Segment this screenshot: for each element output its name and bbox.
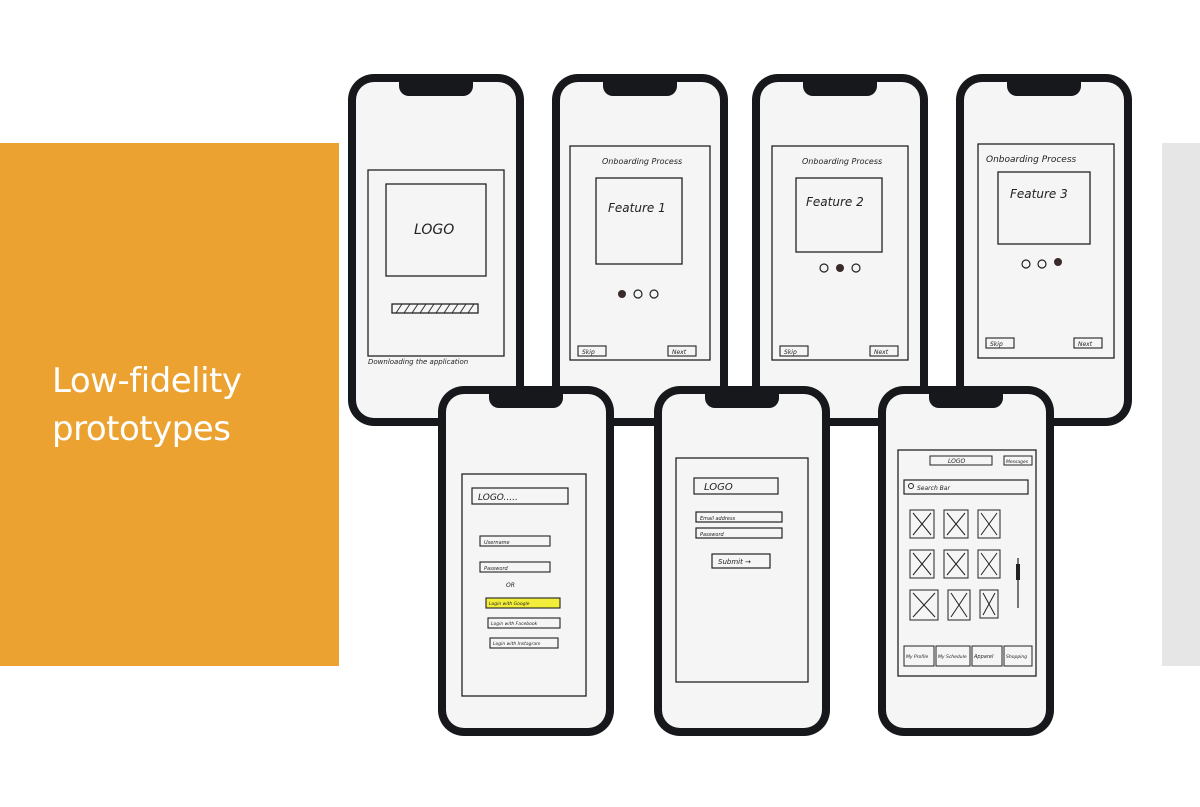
notch [489, 394, 563, 408]
splash-sketch: LOGO Downloading the application [367, 169, 505, 366]
email-label: Email address [700, 516, 736, 522]
dot [633, 289, 643, 299]
google-login-label: Login with Google [489, 601, 530, 607]
onboarding-3-header: Onboarding Process [986, 155, 1077, 165]
screen-onboarding-2: Onboarding Process Feature 2 Skip Next [760, 82, 920, 418]
notch [1007, 82, 1081, 96]
notch [929, 394, 1003, 408]
screen-home: LOGO Messages Search Bar My Profile My S… [886, 394, 1046, 728]
title-line-1: Low-fidelity [52, 361, 242, 401]
next-label: Next [1078, 341, 1093, 348]
dot [1037, 259, 1047, 269]
screen-onboarding-1: Onboarding Process Feature 1 Skip Next [560, 82, 720, 418]
signup-sketch: LOGO..... Username Password OR Login wit… [461, 473, 587, 697]
messages-label: Messages [1006, 459, 1029, 465]
password-label: Password [700, 532, 724, 538]
onboarding-3-sketch: Onboarding Process Feature 3 Skip Next [977, 143, 1115, 359]
side-panel [1162, 143, 1200, 666]
product-grid [909, 509, 1001, 621]
onboarding-2-sketch: Onboarding Process Feature 2 Skip Next [771, 145, 909, 361]
screen-signup: LOGO..... Username Password OR Login wit… [446, 394, 606, 728]
skip-label: Skip [784, 349, 797, 356]
search-label: Search Bar [917, 485, 950, 492]
tab-shopping-label: Shopping [1006, 654, 1027, 660]
facebook-login-label: Login with Facebook [491, 621, 538, 627]
dot [1021, 259, 1031, 269]
onboarding-1-header: Onboarding Process [602, 157, 682, 166]
tab-apparel-label: Apparel [973, 654, 994, 660]
screen-onboarding-3: Onboarding Process Feature 3 Skip Next [964, 82, 1124, 418]
onboarding-2-feature: Feature 2 [806, 195, 864, 209]
submit-label: Submit → [718, 558, 751, 566]
title-line-2: prototypes [52, 409, 231, 449]
splash-caption: Downloading the application [368, 358, 468, 366]
signup-logo: LOGO..... [478, 493, 518, 503]
dot [819, 263, 829, 273]
dot [649, 289, 659, 299]
notch [705, 394, 779, 408]
onboarding-2-header: Onboarding Process [802, 157, 882, 166]
dot [851, 263, 861, 273]
phone-splash: LOGO Downloading the application [348, 74, 524, 426]
scrollbar-thumb[interactable] [1016, 564, 1020, 580]
phone-onboarding-1: Onboarding Process Feature 1 Skip Next [552, 74, 728, 426]
password-label: Password [484, 566, 508, 572]
dot-active [1054, 258, 1062, 266]
next-label: Next [672, 349, 687, 356]
search-icon [908, 483, 914, 489]
skip-label: Skip [990, 341, 1003, 348]
home-sketch: LOGO Messages Search Bar My Profile My S… [897, 449, 1037, 677]
onboarding-1-feature: Feature 1 [608, 201, 666, 215]
login-logo: LOGO [704, 482, 733, 493]
login-sketch: LOGO Email address Password Submit → [675, 457, 809, 683]
instagram-login-label: Login with Instagram [493, 641, 541, 647]
onboarding-1-sketch: Onboarding Process Feature 1 Skip Next [569, 145, 711, 361]
phone-login: LOGO Email address Password Submit → [654, 386, 830, 736]
dot-active [618, 290, 626, 298]
slide-title: Low-fidelity prototypes [52, 357, 332, 453]
phone-onboarding-2: Onboarding Process Feature 2 Skip Next [752, 74, 928, 426]
notch [399, 82, 473, 96]
dot-active [836, 264, 844, 272]
tab-my-schedule-label: My Schedule [938, 654, 967, 660]
skip-label: Skip [582, 349, 595, 356]
screen-splash: LOGO Downloading the application [356, 82, 516, 418]
username-label: Username [484, 540, 510, 546]
tab-my-profile-label: My Profile [906, 654, 928, 660]
screen-login: LOGO Email address Password Submit → [662, 394, 822, 728]
notch [603, 82, 677, 96]
or-label: OR [506, 582, 515, 589]
home-logo: LOGO [948, 458, 966, 465]
notch [803, 82, 877, 96]
phone-onboarding-3: Onboarding Process Feature 3 Skip Next [956, 74, 1132, 426]
splash-logo: LOGO [414, 222, 454, 238]
next-label: Next [874, 349, 889, 356]
phone-signup: LOGO..... Username Password OR Login wit… [438, 386, 614, 736]
phone-home: LOGO Messages Search Bar My Profile My S… [878, 386, 1054, 736]
onboarding-3-feature: Feature 3 [1010, 187, 1068, 201]
